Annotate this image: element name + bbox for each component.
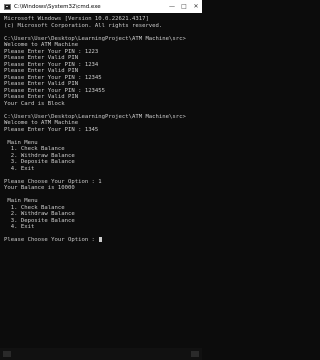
window-titlebar: C:\Windows\System32\cmd.exe — □ ✕	[0, 0, 202, 13]
close-icon[interactable]: ✕	[190, 0, 202, 13]
console-output[interactable]: Microsoft Windows [Version 10.0.22621.43…	[4, 16, 198, 346]
minimize-icon[interactable]: —	[166, 0, 178, 13]
window-title: C:\Windows\System32\cmd.exe	[14, 3, 101, 10]
bottom-left-mark	[3, 351, 11, 357]
bottom-bar	[0, 348, 202, 360]
console-line: Please Choose Your Option :	[4, 237, 198, 244]
maximize-icon[interactable]: □	[178, 0, 190, 13]
cmd-icon	[4, 3, 11, 10]
bottom-right-mark	[191, 351, 199, 357]
text-cursor	[99, 237, 103, 242]
